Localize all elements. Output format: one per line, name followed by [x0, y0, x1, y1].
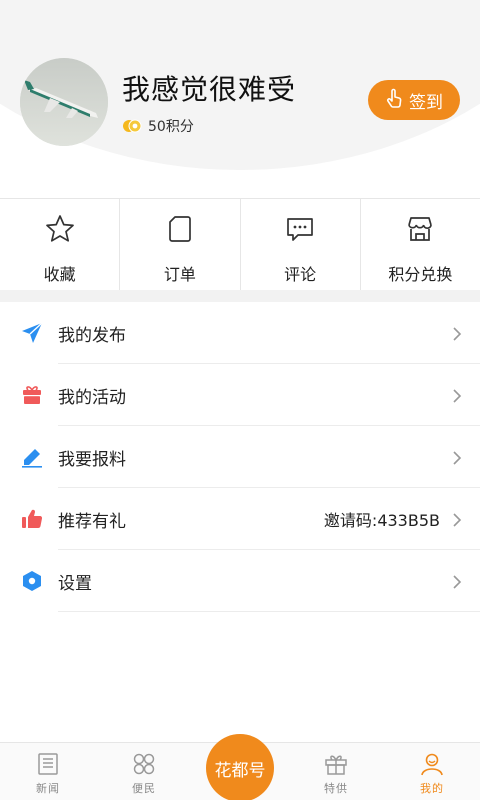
username: 我感觉很难受: [122, 73, 297, 106]
profile-header: 我感觉很难受 50积分 签到: [0, 0, 480, 196]
store-icon: [402, 211, 438, 247]
menu-item-my-activities[interactable]: 我的活动: [0, 364, 480, 426]
pen-icon: [20, 445, 44, 469]
tab-label: 特供: [324, 782, 348, 795]
tab-news[interactable]: 新闻: [0, 743, 96, 800]
tab-label: 便民: [132, 782, 156, 795]
avatar[interactable]: [20, 58, 108, 146]
chat-icon: [282, 211, 318, 247]
gift-icon: [20, 383, 44, 407]
tab-me[interactable]: 我的: [384, 743, 480, 800]
tab-label: 我的: [420, 782, 444, 795]
menu-item-settings[interactable]: 设置: [0, 550, 480, 612]
menu-label: 设置: [58, 573, 92, 594]
quick-favorites[interactable]: 收藏: [0, 199, 121, 290]
quick-actions: 收藏 订单 评论 积分兑换: [0, 198, 480, 290]
thumbs-up-icon: [20, 507, 44, 531]
tap-hand-icon: [385, 88, 403, 113]
quick-label: 积分兑换: [388, 265, 453, 284]
quick-comments[interactable]: 评论: [241, 199, 361, 290]
quick-label: 收藏: [43, 265, 76, 284]
menu-label: 推荐有礼: [58, 511, 126, 532]
chevron-right-icon: [452, 574, 462, 589]
divider: [58, 611, 480, 612]
star-icon: [42, 211, 78, 247]
tab-label: 新闻: [36, 782, 60, 795]
huadu-center-button[interactable]: 花都号: [206, 734, 274, 800]
gift-box-icon: [325, 755, 347, 775]
coin-icon: [122, 119, 142, 133]
center-button-label: 花都号: [214, 760, 266, 781]
person-icon: [421, 753, 443, 776]
menu-item-submit-tip[interactable]: 我要报料: [0, 426, 480, 488]
points-text: 50积分: [148, 119, 194, 135]
news-icon: [38, 753, 58, 775]
settings-icon: [20, 569, 44, 593]
menu-label: 我的活动: [58, 387, 126, 408]
signin-button[interactable]: 签到: [368, 80, 460, 120]
chevron-right-icon: [452, 326, 462, 341]
airplane-photo-icon: [20, 58, 108, 146]
tab-specials[interactable]: 特供: [288, 743, 384, 800]
tab-services[interactable]: 便民: [96, 743, 192, 800]
points-display[interactable]: 50积分: [122, 116, 194, 136]
chevron-right-icon: [452, 388, 462, 403]
menu-label: 我的发布: [58, 325, 126, 346]
grid-icon: [133, 753, 155, 775]
chevron-right-icon: [452, 512, 462, 527]
chevron-right-icon: [452, 450, 462, 465]
document-icon: [162, 211, 198, 247]
menu-item-referral[interactable]: 推荐有礼 邀请码:433B5B: [0, 488, 480, 550]
section-separator: [0, 290, 480, 302]
menu-label: 我要报料: [58, 449, 126, 470]
quick-label: 订单: [163, 265, 196, 284]
quick-orders[interactable]: 订单: [120, 199, 241, 290]
signin-label: 签到: [409, 92, 443, 113]
quick-points-exchange[interactable]: 积分兑换: [361, 199, 480, 290]
send-icon: [20, 321, 44, 345]
invite-code: 邀请码:433B5B: [323, 511, 440, 530]
menu-item-my-posts[interactable]: 我的发布: [0, 302, 480, 364]
quick-label: 评论: [284, 265, 317, 284]
menu-list: 我的发布 我的活动 我要报料 推荐有礼 邀请码:433B5B 设置: [0, 302, 480, 612]
